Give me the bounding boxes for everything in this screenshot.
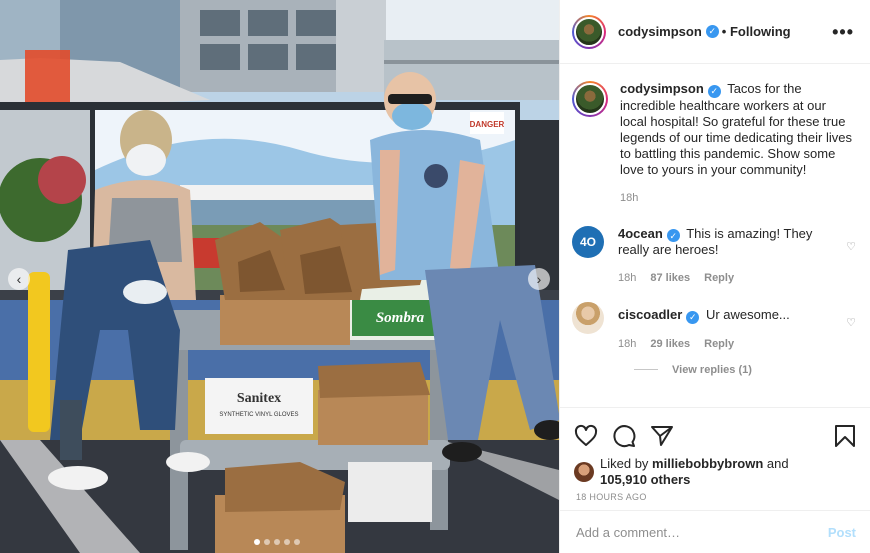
likes-count-others[interactable]: 105,910 others xyxy=(600,472,690,487)
caption-time[interactable]: 18h xyxy=(620,192,638,204)
follow-status-label: Following xyxy=(729,24,791,39)
post-timestamp[interactable]: 18 HOURS AGO xyxy=(576,492,856,502)
verified-badge-icon: ✓ xyxy=(705,25,719,38)
carousel-dot xyxy=(264,539,270,545)
comment-time[interactable]: 18h xyxy=(618,338,636,350)
avatar[interactable] xyxy=(574,462,594,482)
comment-bubble-icon[interactable] xyxy=(612,424,636,448)
post-modal: DANGER Sombra Sanitex SYNTHETIC VINYL GL… xyxy=(0,0,870,553)
carousel-dots xyxy=(254,539,300,545)
avatar[interactable]: 4O xyxy=(572,225,604,258)
list-item: 4O 4ocean ✓ This is amazing! They really … xyxy=(572,225,856,284)
reply-button[interactable]: Reply xyxy=(704,338,734,350)
carousel-next-button[interactable]: › xyxy=(528,268,550,290)
post-comment-button[interactable]: Post xyxy=(828,525,856,540)
view-replies-button[interactable]: View replies (1) xyxy=(634,364,856,376)
carousel-dot xyxy=(254,539,260,545)
comment-username[interactable]: 4ocean xyxy=(618,226,663,241)
liked-by-prefix: Liked by xyxy=(600,456,649,471)
caption-username[interactable]: codysimpson xyxy=(620,81,704,96)
follow-status[interactable]: • Following xyxy=(722,24,791,39)
add-comment-bar: Post xyxy=(560,510,870,553)
verified-badge-icon: ✓ xyxy=(707,84,721,98)
comment-username[interactable]: ciscoadler xyxy=(618,307,682,322)
reply-button[interactable]: Reply xyxy=(704,272,734,284)
caption-text: codysimpson ✓ Tacos for the incredible he… xyxy=(620,81,852,178)
comment-text: Ur awesome... xyxy=(705,307,790,322)
carousel-dot xyxy=(274,539,280,545)
sanitex-box-line: SYNTHETIC VINYL GLOVES xyxy=(219,412,298,418)
comment-input[interactable] xyxy=(576,524,828,540)
liked-by-user[interactable]: milliebobbybrown xyxy=(652,456,763,471)
post-header: codysimpson ✓ • Following ••• xyxy=(560,0,870,64)
avatar[interactable] xyxy=(572,302,604,334)
divider xyxy=(634,369,658,370)
avatar[interactable] xyxy=(572,81,608,117)
carousel-prev-button[interactable]: ‹ xyxy=(8,268,30,290)
carousel-dot xyxy=(294,539,300,545)
liked-by-and: and xyxy=(766,456,789,471)
danger-sign-text: DANGER xyxy=(470,120,505,129)
share-send-icon[interactable] xyxy=(650,424,674,448)
comment-likes[interactable]: 87 likes xyxy=(650,272,690,284)
list-item: ciscoadler ✓ Ur awesome... 18h 29 likes R… xyxy=(572,302,856,350)
heart-icon[interactable]: ♡ xyxy=(846,240,856,253)
bookmark-icon[interactable] xyxy=(834,424,856,448)
verified-badge-icon: ✓ xyxy=(666,229,680,242)
post-photo[interactable]: DANGER Sombra Sanitex SYNTHETIC VINYL GL… xyxy=(0,0,559,553)
sombra-box-text: Sombra xyxy=(376,310,425,326)
photo-scene: DANGER Sombra Sanitex SYNTHETIC VINYL GL… xyxy=(0,0,559,553)
caption: codysimpson ✓ Tacos for the incredible he… xyxy=(572,81,856,204)
view-replies-label: View replies (1) xyxy=(672,363,752,376)
like-heart-icon[interactable] xyxy=(574,424,598,448)
comment-likes[interactable]: 29 likes xyxy=(650,338,690,350)
author-username[interactable]: codysimpson xyxy=(618,24,702,39)
carousel-dot xyxy=(284,539,290,545)
heart-icon[interactable]: ♡ xyxy=(846,316,856,329)
comment-time[interactable]: 18h xyxy=(618,272,636,284)
sanitex-box-brand: Sanitex xyxy=(237,391,281,406)
more-options-icon[interactable]: ••• xyxy=(832,23,854,41)
avatar[interactable] xyxy=(572,14,606,49)
post-actions: Liked by milliebobbybrown and 105,910 ot… xyxy=(560,407,870,502)
likes-summary: Liked by milliebobbybrown and 105,910 ot… xyxy=(574,456,856,488)
comments-list[interactable]: codysimpson ✓ Tacos for the incredible he… xyxy=(560,65,870,407)
verified-badge-icon: ✓ xyxy=(686,310,700,324)
post-side-panel: codysimpson ✓ • Following ••• codysimpso… xyxy=(559,0,870,553)
